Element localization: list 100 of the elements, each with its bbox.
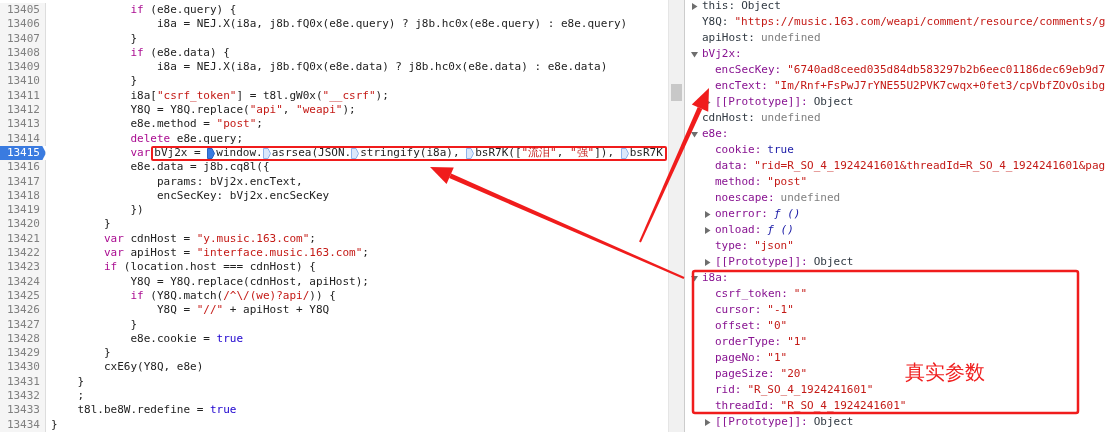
code-line: } [129,317,138,332]
property-name: method: [715,174,762,190]
line-number[interactable]: 13409 [0,60,46,75]
property-value: undefined [780,190,841,206]
code-line: i8a = NEJ.X(i8a, j8b.fQ0x(e8e.data) ? j8b.hc0x(e8e.data) : e8e.data) [155,60,608,75]
property-name: threadId: [715,398,775,414]
code-line: if (Y8Q.match(/^\/(we)?api/)) { [129,288,336,304]
code-line: if (e8e.data) { [129,45,230,61]
property-value: "rid=R_SO_4_1924241601&threadId=R_SO_4_1924241601&pag [754,158,1106,174]
property-value: "json" [754,238,794,254]
inline-breakpoint-icon[interactable] [620,147,629,159]
collapsed-arrow-icon[interactable] [704,210,711,218]
line-number[interactable]: 13423 [0,260,46,275]
property-name: e8e: [702,126,729,142]
property-value: "0" [767,318,788,334]
line-number[interactable]: 13430 [0,360,46,375]
property-name: [[Prototype]]: [715,94,808,110]
property-name: apiHost: [702,30,755,46]
code-line: } [129,74,138,89]
code-line: } [129,31,138,46]
line-number[interactable]: 13426 [0,303,46,318]
code-line: cxE6y(Y8Q, e8e) [102,360,204,375]
code-line: Y8Q = Y8Q.replace(cdnHost, apiHost); [129,274,369,289]
line-number[interactable]: 13412 [0,103,46,118]
property-name: offset: [715,318,762,334]
property-value: "https://music.163.com/weapi/comment/resource/comments/g [734,14,1106,30]
property-name: this: [702,0,736,14]
line-number[interactable]: 13422 [0,246,46,261]
code-line: e8e.method = "post"; [129,117,263,132]
code-line: } [50,417,58,432]
property-name: [[Prototype]]: [715,414,808,430]
expanded-arrow-icon[interactable] [691,274,698,282]
property-value: ƒ () [767,222,794,238]
line-number[interactable]: 13432 [0,389,46,404]
property-name: csrf_token: [715,286,788,302]
line-number[interactable]: 13419 [0,203,46,218]
scrollbar[interactable] [668,0,684,432]
property-name: cookie: [715,142,762,158]
line-number[interactable]: 13410 [0,74,46,89]
code-line: }) [129,203,144,218]
property-name: cdnHost: [702,110,755,126]
code-line: var [129,145,151,161]
property-value: Object [741,0,781,14]
code-line: e8e.data = j8b.cq8l({ [129,160,270,175]
property-name: pageSize: [715,366,775,382]
property-value: Object [813,94,854,110]
property-value: "R_SO_4_1924241601" [747,382,874,398]
property-name: Y8Q: [702,14,729,30]
inline-breakpoint-icon[interactable] [466,147,475,159]
code-line: delete e8e.query; [129,131,244,146]
property-value: "" [793,286,808,302]
code-line: } [102,346,111,361]
code-line: Y8Q = Y8Q.replace("api", "weapi"); [129,103,356,118]
expanded-arrow-icon[interactable] [691,50,698,58]
collapsed-arrow-icon[interactable] [704,226,711,234]
property-name: encText: [715,78,768,94]
code-line: ; [76,389,85,404]
line-number[interactable]: 13405 [0,3,46,18]
code-line: encSecKey: bVj2x.encSecKey [155,188,330,204]
inline-breakpoint-icon[interactable] [351,147,360,159]
property-name: bVj2x: [702,46,742,62]
property-name: orderType: [715,334,782,350]
line-number[interactable]: 13420 [0,217,46,232]
code-line: if (e8e.query) { [129,3,237,18]
property-value: undefined [761,110,821,126]
collapsed-arrow-icon[interactable] [704,258,711,266]
property-name: type: [715,238,749,254]
code-line: t8l.be8W.redefine = true [76,403,237,418]
code-line: var apiHost = "interface.music.163.com"; [102,246,369,261]
line-number[interactable]: 13429 [0,346,46,361]
line-number[interactable]: 13406 [0,17,46,32]
code-line: } [102,217,111,232]
property-value: true [767,142,794,158]
code-line: } [76,374,85,389]
property-value: Object [813,254,854,270]
property-value: "6740ad8ceed035d84db583297b2b6eec01186dec69eb9d7 [787,62,1106,78]
code-line: params: bVj2x.encText, [155,174,303,189]
property-value: "1" [787,334,808,350]
property-name: cursor: [715,302,762,318]
collapsed-arrow-icon[interactable] [704,418,711,426]
property-value: "-1" [767,302,794,318]
line-number[interactable]: 13433 [0,403,46,418]
inline-breakpoint-icon[interactable] [207,147,216,159]
line-number[interactable]: 13413 [0,117,46,132]
line-number[interactable]: 13416 [0,160,46,175]
property-name: rid: [715,382,742,398]
property-name: i8a: [702,270,729,286]
property-value: undefined [761,30,821,46]
scroll-thumb[interactable] [671,84,682,101]
code-line: var cdnHost = "y.music.163.com"; [102,231,316,247]
property-name: onerror: [715,206,768,222]
collapsed-arrow-icon[interactable] [691,2,698,10]
expanded-arrow-icon[interactable] [691,130,698,138]
property-name: onload: [715,222,762,238]
property-value: "1" [767,350,788,366]
property-name: noescape: [715,190,775,206]
annotation-label: 真实参数 [905,359,985,386]
inline-breakpoint-icon[interactable] [262,147,271,159]
code-line: if (location.host === cdnHost) { [102,260,316,275]
property-name: pageNo: [715,350,762,366]
